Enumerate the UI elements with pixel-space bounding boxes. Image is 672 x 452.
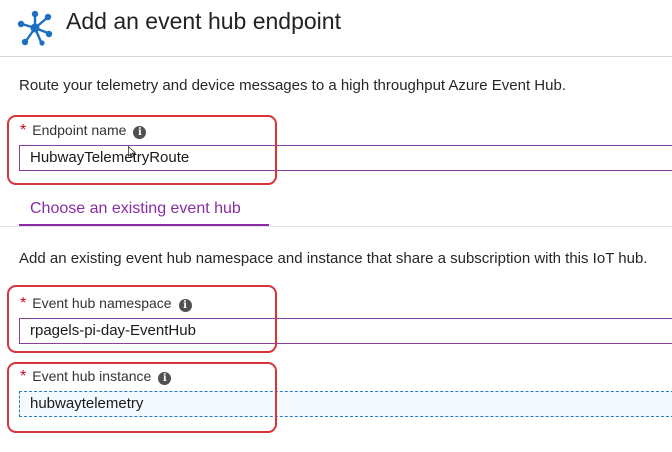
namespace-label: Event hub namespace [32,295,172,311]
required-asterisk: * [20,122,27,139]
tab-divider [0,226,672,227]
instance-label: Event hub instance [32,368,152,384]
endpoint-description: Route your telemetry and device messages… [19,77,566,94]
mouse-pointer-icon [128,146,136,158]
required-asterisk: * [20,368,27,385]
info-icon[interactable]: i [133,126,147,139]
event-hub-instance-dropdown[interactable]: hubwaytelemetry [19,391,672,417]
existing-hub-description: Add an existing event hub namespace and … [19,250,648,267]
blade-header: Add an event hub endpoint [0,0,672,57]
tab-label: Choose an existing event hub [30,200,241,217]
endpoint-name-input[interactable]: HubwayTelemetryRoute [19,145,672,171]
endpoint-name-label: Endpoint name [32,122,127,138]
instance-label-row: * Event hub instance i [20,367,172,386]
info-icon[interactable]: i [178,299,192,312]
namespace-label-row: * Event hub namespace i [20,294,192,313]
required-asterisk: * [20,295,27,312]
endpoint-name-label-row: * Endpoint name i [20,121,147,140]
info-icon[interactable]: i [158,372,172,385]
event-hub-namespace-dropdown[interactable]: rpagels-pi-day-EventHub [19,318,672,344]
blade-title: Add an event hub endpoint [66,8,341,34]
add-event-hub-endpoint-blade: Add an event hub endpoint Route your tel… [0,0,672,452]
event-hub-icon [17,10,53,46]
tab-choose-existing-event-hub[interactable]: Choose an existing event hub [19,195,269,226]
